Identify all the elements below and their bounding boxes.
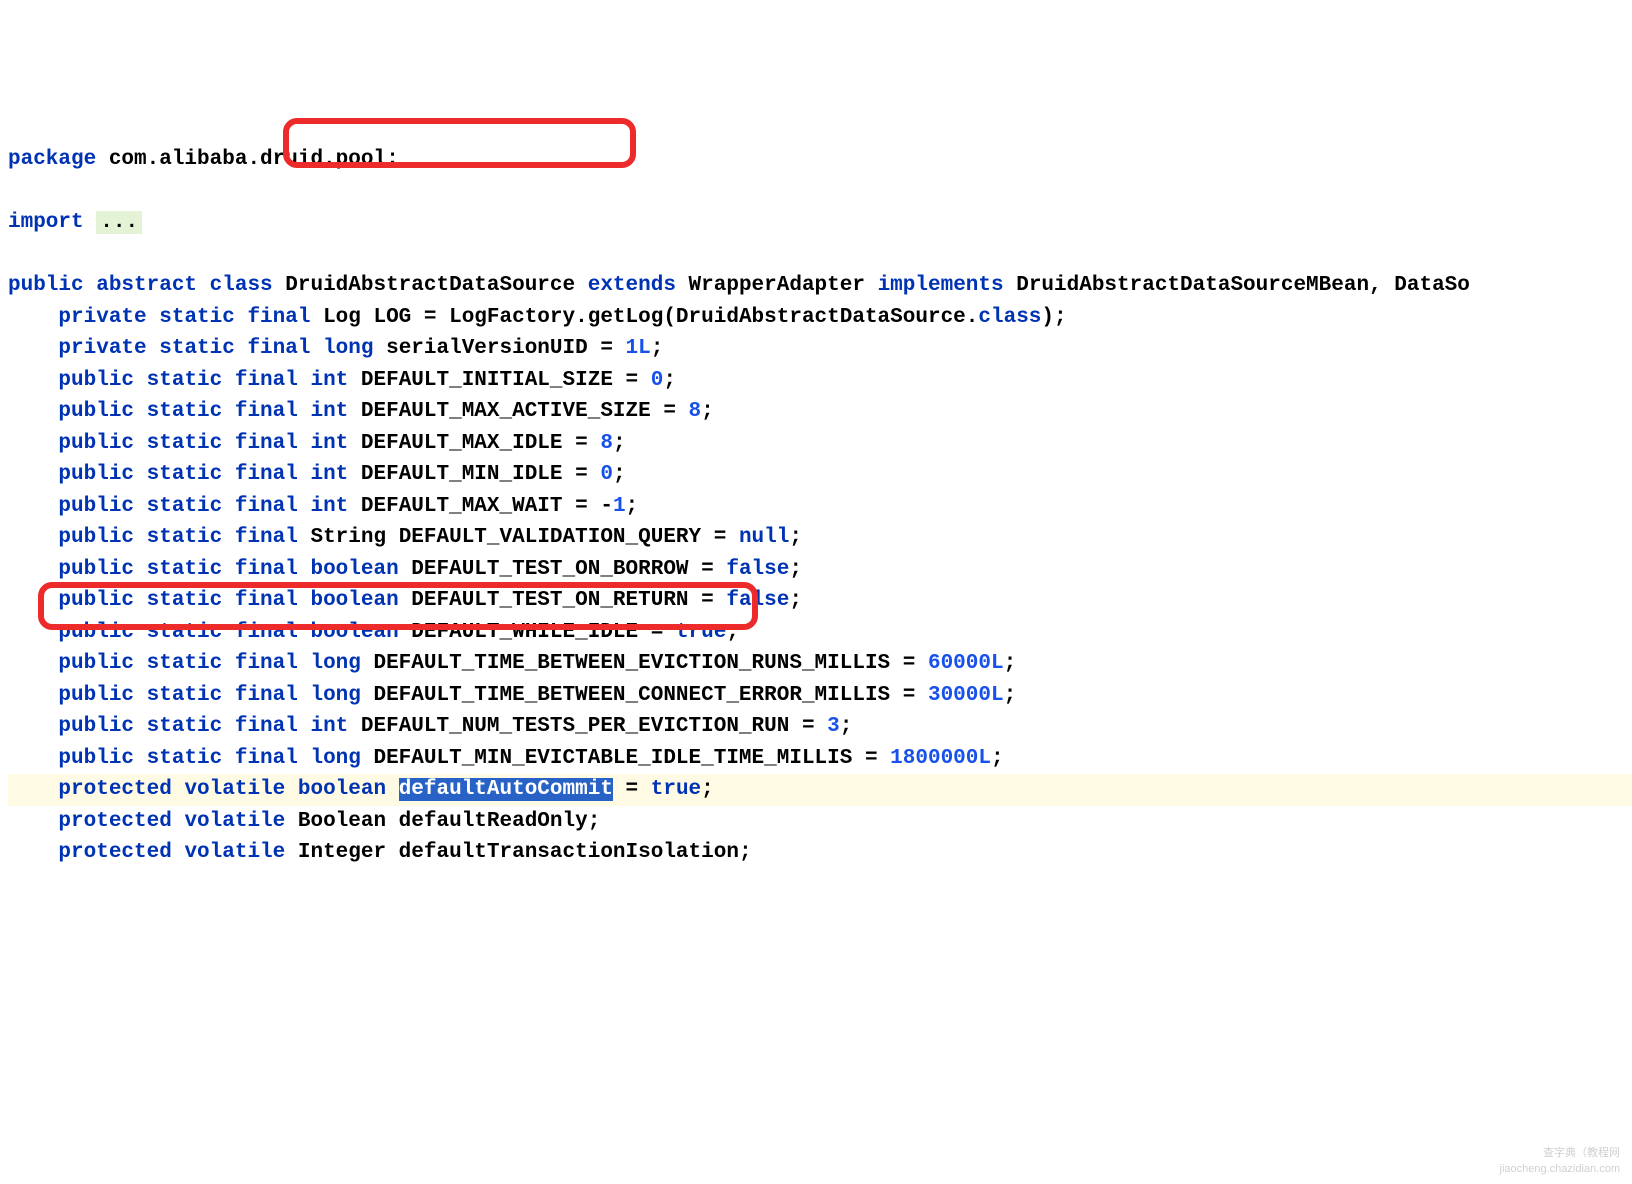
code-line: public static final long DEFAULT_TIME_BE… bbox=[8, 652, 1016, 675]
code-line: public static final int DEFAULT_INITIAL_… bbox=[8, 369, 676, 392]
code-line: public static final boolean DEFAULT_TEST… bbox=[8, 589, 802, 612]
watermark: 查字典（教程网jiaocheng.chazidian.com bbox=[1500, 1145, 1620, 1178]
code-line: public static final int DEFAULT_MAX_IDLE… bbox=[8, 432, 626, 455]
code-line: protected volatile Integer defaultTransa… bbox=[8, 841, 752, 864]
package-line: package com.alibaba.druid.pool; bbox=[8, 148, 399, 171]
class-declaration: public abstract class DruidAbstractDataS… bbox=[8, 274, 1470, 297]
code-line: public static final int DEFAULT_MAX_ACTI… bbox=[8, 400, 714, 423]
code-line: private static final Log LOG = LogFactor… bbox=[8, 306, 1067, 329]
code-line: public static final int DEFAULT_MIN_IDLE… bbox=[8, 463, 626, 486]
code-block: package com.alibaba.druid.pool; import .… bbox=[8, 144, 1632, 869]
selected-text[interactable]: defaultAutoCommit bbox=[399, 778, 613, 801]
code-line: public static final boolean DEFAULT_TEST… bbox=[8, 558, 802, 581]
code-line: private static final long serialVersionU… bbox=[8, 337, 663, 360]
highlighted-line: protected volatile boolean defaultAutoCo… bbox=[8, 774, 1632, 806]
code-line: public static final long DEFAULT_MIN_EVI… bbox=[8, 747, 1004, 770]
folded-imports[interactable]: ... bbox=[96, 211, 142, 234]
import-line: import ... bbox=[8, 211, 142, 234]
code-line: public static final int DEFAULT_NUM_TEST… bbox=[8, 715, 852, 738]
code-line: public static final boolean DEFAULT_WHIL… bbox=[8, 621, 739, 644]
code-line: public static final long DEFAULT_TIME_BE… bbox=[8, 684, 1016, 707]
code-line: public static final String DEFAULT_VALID… bbox=[8, 526, 802, 549]
code-line: public static final int DEFAULT_MAX_WAIT… bbox=[8, 495, 638, 518]
code-line: protected volatile Boolean defaultReadOn… bbox=[8, 810, 600, 833]
